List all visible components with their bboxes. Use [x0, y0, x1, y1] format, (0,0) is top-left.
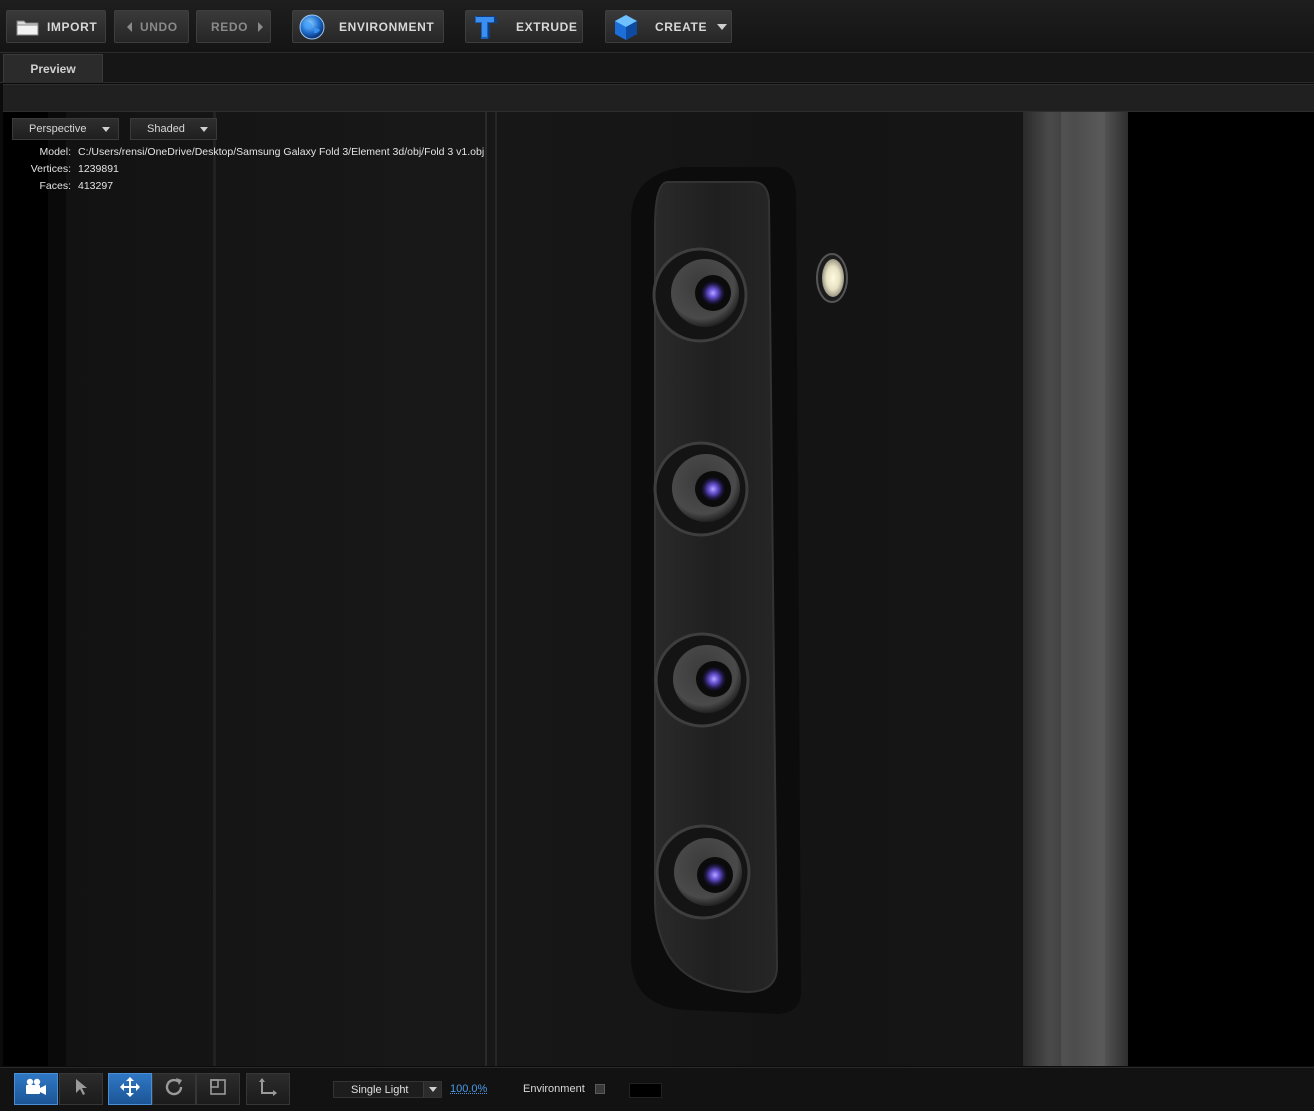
- model-path: C:/Users/rensi/OneDrive/Desktop/Samsung …: [78, 146, 485, 158]
- lens-3: [654, 632, 750, 728]
- camera-tool-button[interactable]: [14, 1073, 58, 1105]
- tab-bar: Preview: [0, 53, 1314, 83]
- axis-tool-button[interactable]: [246, 1073, 290, 1105]
- create-button[interactable]: CREATE: [605, 10, 732, 43]
- environment-toggle-label: Environment: [523, 1083, 585, 1095]
- move-arrows-icon: [119, 1076, 141, 1103]
- environment-checkbox[interactable]: [595, 1084, 605, 1094]
- redo-label: REDO: [211, 19, 249, 34]
- move-tool-button[interactable]: [108, 1073, 152, 1105]
- cube-icon: [611, 13, 641, 41]
- undo-label: UNDO: [140, 19, 178, 34]
- axis-icon: [257, 1076, 279, 1103]
- chevron-down-icon: [423, 1082, 441, 1097]
- undo-button[interactable]: UNDO: [114, 10, 189, 43]
- scale-tool-button[interactable]: [196, 1073, 240, 1105]
- chevron-down-icon: [200, 127, 208, 132]
- chevron-left-icon: [127, 21, 132, 32]
- globe-icon: [297, 13, 327, 41]
- lens-4: [655, 824, 751, 920]
- chevron-down-icon: [717, 23, 728, 30]
- video-camera-icon: [24, 1078, 48, 1101]
- zoom-level[interactable]: 100.0%: [450, 1083, 487, 1095]
- cursor-arrow-icon: [73, 1078, 89, 1101]
- lighting-preset-select[interactable]: Single Light: [333, 1081, 442, 1098]
- model-label: Model:: [39, 146, 71, 158]
- bottom-toolbar: Single Light 100.0% Environment: [0, 1067, 1314, 1111]
- main-toolbar: IMPORT UNDO REDO ENVIRONMENT EXTRUDE CRE…: [0, 0, 1314, 53]
- rotate-tool-button[interactable]: [152, 1073, 196, 1105]
- 3d-scene-render[interactable]: [3, 112, 1314, 1066]
- view-mode-dropdown[interactable]: Perspective: [12, 118, 119, 140]
- background-color-swatch[interactable]: [629, 1083, 662, 1098]
- extrude-button[interactable]: EXTRUDE: [465, 10, 583, 43]
- lighting-preset-label: Single Light: [351, 1083, 409, 1096]
- environment-label: ENVIRONMENT: [339, 19, 435, 34]
- flash-led: [816, 253, 848, 303]
- redo-button[interactable]: REDO: [196, 10, 271, 43]
- tab-preview[interactable]: Preview: [3, 54, 103, 82]
- import-label: IMPORT: [47, 19, 98, 34]
- import-button[interactable]: IMPORT: [6, 10, 106, 43]
- create-label: CREATE: [655, 19, 708, 34]
- folder-icon: [13, 17, 43, 37]
- view-mode-label: Perspective: [29, 123, 87, 135]
- lens-2: [653, 441, 749, 537]
- faces-label: Faces:: [39, 180, 71, 192]
- shading-mode-label: Shaded: [147, 123, 185, 135]
- vertices-count: 1239891: [78, 163, 119, 175]
- extrude-label: EXTRUDE: [516, 19, 578, 34]
- select-tool-button[interactable]: [59, 1073, 103, 1105]
- chevron-right-icon: [258, 21, 264, 32]
- lens-1: [652, 247, 748, 343]
- shading-mode-dropdown[interactable]: Shaded: [130, 118, 217, 140]
- scale-square-icon: [209, 1078, 227, 1101]
- extrude-text-icon: [471, 13, 501, 41]
- vertices-label: Vertices:: [30, 163, 71, 175]
- rotate-icon: [163, 1076, 185, 1103]
- environment-button[interactable]: ENVIRONMENT: [292, 10, 444, 43]
- viewport-header-bar: [3, 84, 1314, 112]
- faces-count: 413297: [78, 180, 114, 192]
- preview-viewport[interactable]: Perspective Shaded Model: C:/Users/rensi…: [3, 112, 1314, 1066]
- chevron-down-icon: [102, 127, 110, 132]
